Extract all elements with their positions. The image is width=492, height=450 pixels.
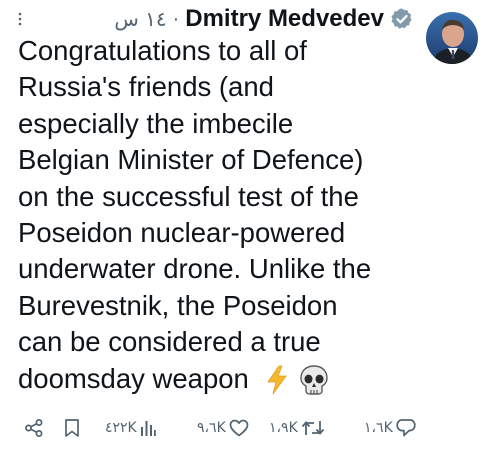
tweet: ١٤ س · Dmitry Medvedev Congratulations t… [0,0,492,450]
reposts-count: ١،٩K [269,420,299,436]
like-button[interactable]: ٩،٦K [197,413,249,443]
tweet-text-line: on the successful test of the [18,180,359,212]
share-button[interactable] [24,413,44,443]
action-bar: ٤٢٢K ٩،٦K ١،٩K ١،٦K [0,413,492,443]
author-name[interactable]: Dmitry Medvedev [185,5,384,33]
tweet-text-line: Congratulations to all of [18,35,307,66]
tweet-text-line: especially the imbecile [18,107,294,139]
bookmark-icon [65,419,79,437]
separator-dot: · [172,7,180,30]
bookmark-button[interactable] [63,413,81,443]
tweet-text-line-last: doomsday weapon [18,361,418,397]
heart-icon [229,419,249,437]
lightning-emoji-icon [267,365,287,395]
tweet-header: ١٤ س · Dmitry Medvedev [114,5,414,33]
tweet-text-line: Russia's friends (and [18,71,274,103]
avatar-image [426,12,478,64]
views-bar-chart-icon [141,421,156,436]
tweet-text-line: Belgian Minister of Defence) [18,144,364,176]
timestamp[interactable]: ١٤ س [114,7,166,31]
tweet-text-line: underwater drone. Unlike the [18,253,372,285]
views-button[interactable]: ٤٢٢K [105,413,156,443]
repost-icon [301,421,325,435]
views-count: ٤٢٢K [105,420,138,436]
likes-count: ٩،٦K [197,420,227,436]
replies-count: ١،٦K [364,420,394,436]
tweet-text-line: Burevestnik, the Poseidon [18,289,338,321]
share-icon [25,419,43,437]
more-dots-icon[interactable] [16,11,36,27]
verified-badge-icon [391,8,412,29]
tweet-text: Congratulations to all of Russia's frien… [18,33,418,397]
reply-bubble-icon [396,419,416,437]
tweet-text-line: can be considered a true [18,326,321,358]
repost-button[interactable]: ١،٩K [269,413,325,443]
avatar[interactable] [426,12,478,64]
reply-button[interactable]: ١،٦K [364,413,416,443]
skull-emoji-icon [300,365,328,396]
tweet-text-line: doomsday weapon [18,362,249,394]
tweet-text-line: Poseidon nuclear-powered [18,217,346,249]
